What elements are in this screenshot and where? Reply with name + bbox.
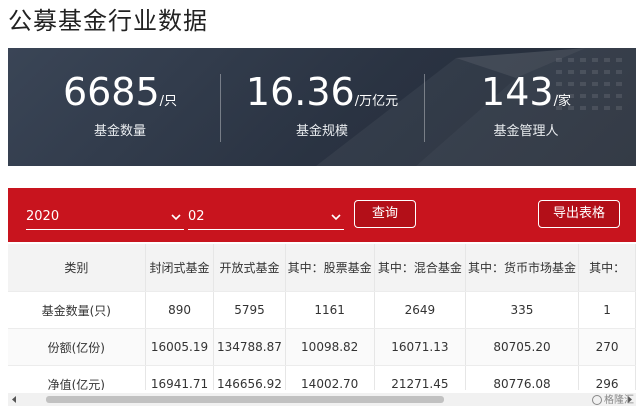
row-category: 基金数量(只) [8,291,146,329]
filter-bar: 2020 02 查询 导出表格 [8,188,636,242]
table-cell: 16071.13 [374,328,466,366]
fund-count-stat: 6685/只 基金数量 [20,70,220,139]
table-cell: 134788.87 [213,328,286,366]
month-select[interactable]: 02 [188,206,344,230]
fund-scale-stat: 16.36/万亿元 基金规模 [222,70,422,139]
table-cell: 890 [145,291,215,329]
year-select[interactable]: 2020 [26,206,184,230]
year-select-value: 2020 [26,209,60,224]
fund-data-table: 类别 封闭式基金 开放式基金 其中：股票基金 其中：混合基金 其中：货币市场基金… [8,244,636,390]
fund-manager-unit: /家 [553,94,571,109]
fund-scale-label: 基金规模 [295,124,348,139]
column-header: 封闭式基金 [145,244,215,292]
table-cell: 5795 [213,291,286,329]
row-category: 份额(亿份) [8,328,146,366]
table-row: 基金数量(只) 890 5795 1161 2649 335 1 [8,291,636,329]
table-cell: 21271.45 [374,365,466,390]
table-cell: 80776.08 [465,365,580,390]
table-cell: 1161 [285,291,375,329]
table-cell: 270 [578,328,636,366]
table-cell: 80705.20 [465,328,580,366]
table-cell: 16941.71 [145,365,215,390]
column-header: 其中：股票基金 [285,244,375,292]
column-header: 类别 [8,244,146,292]
table-cell: 2649 [374,291,466,329]
table-row: 净值(亿元) 16941.71 146656.92 14002.70 21271… [8,365,636,390]
table-header-row: 类别 封闭式基金 开放式基金 其中：股票基金 其中：混合基金 其中：货币市场基金… [8,244,636,292]
horizontal-scrollbar[interactable] [8,393,636,406]
column-header: 其中： [578,244,636,292]
table-cell: 10098.82 [285,328,375,366]
table-cell: 1 [578,291,636,329]
query-button[interactable]: 查询 [354,200,416,228]
table-cell: 146656.92 [213,365,286,390]
watermark-text: 格隆汇 [604,395,634,406]
table-cell: 16005.19 [145,328,215,366]
fund-count-unit: /只 [159,94,178,109]
column-header: 其中：混合基金 [374,244,466,292]
scrollbar-thumb[interactable] [46,396,444,403]
watermark: 格隆汇 [592,391,634,406]
stats-banner: 6685/只 基金数量 16.36/万亿元 基金规模 143/家 基金管理人 [8,48,636,166]
chevron-down-icon [171,214,181,221]
stat-divider [220,74,221,142]
export-table-button[interactable]: 导出表格 [538,200,620,228]
fund-count-value: 6685 [62,70,160,114]
page-title: 公募基金行业数据 [8,7,208,35]
fund-manager-stat: 143/家 基金管理人 [426,70,626,139]
month-select-value: 02 [188,209,205,224]
table-cell: 14002.70 [285,365,375,390]
scroll-left-arrow-icon[interactable] [10,395,19,404]
fund-manager-value: 143 [481,70,554,114]
fund-count-label: 基金数量 [93,124,146,139]
fund-scale-value: 16.36 [245,70,355,114]
fund-scale-unit: /万亿元 [354,94,399,109]
table-cell: 335 [465,291,580,329]
column-header: 其中：货币市场基金 [465,244,580,292]
table-row: 份额(亿份) 16005.19 134788.87 10098.82 16071… [8,328,636,366]
watermark-logo-icon [592,395,602,405]
fund-manager-label: 基金管理人 [493,124,559,139]
table-cell: 296 [578,365,636,390]
column-header: 开放式基金 [213,244,286,292]
stat-divider [424,74,425,142]
row-category: 净值(亿元) [8,365,146,390]
chevron-down-icon [331,214,341,221]
